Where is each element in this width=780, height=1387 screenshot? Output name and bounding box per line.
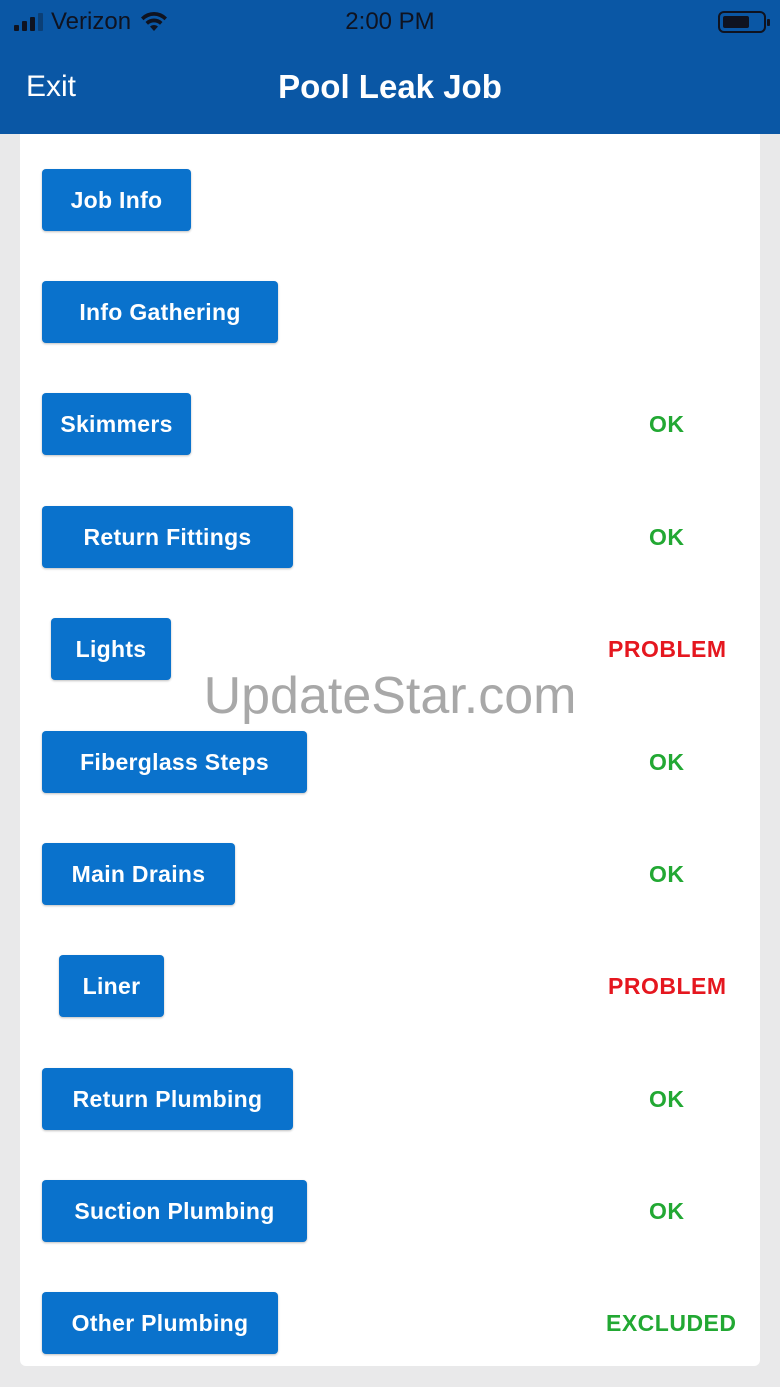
list-item: Suction Plumbing OK: [20, 1180, 760, 1242]
battery-icon: [718, 11, 770, 33]
status-badge: PROBLEM: [608, 972, 727, 999]
status-badge: OK: [649, 748, 685, 775]
status-badge: OK: [649, 523, 685, 550]
status-badge: OK: [649, 1197, 685, 1224]
list-item: Liner PROBLEM: [20, 955, 760, 1017]
list-item: Main Drains OK: [20, 843, 760, 905]
job-sections-list: Job Info Info Gathering Skimmers OK Retu…: [20, 134, 760, 1366]
list-item: Other Plumbing EXCLUDED: [20, 1292, 760, 1354]
fiberglass-steps-button[interactable]: Fiberglass Steps: [42, 731, 307, 793]
status-badge: OK: [649, 1085, 685, 1112]
status-badge: OK: [649, 410, 685, 437]
list-item: Return Plumbing OK: [20, 1068, 760, 1130]
list-item: Fiberglass Steps OK: [20, 731, 760, 793]
lights-button[interactable]: Lights: [51, 618, 171, 680]
info-gathering-button[interactable]: Info Gathering: [42, 281, 278, 343]
list-item: Info Gathering: [20, 281, 760, 343]
status-badge: PROBLEM: [608, 635, 727, 662]
status-bar: Verizon 2:00 PM: [0, 0, 780, 44]
job-info-button[interactable]: Job Info: [42, 169, 191, 231]
status-badge: EXCLUDED: [606, 1309, 737, 1336]
list-item: Return Fittings OK: [20, 506, 760, 568]
list-item: Skimmers OK: [20, 393, 760, 455]
suction-plumbing-button[interactable]: Suction Plumbing: [42, 1180, 307, 1242]
page-title: Pool Leak Job: [278, 68, 502, 105]
other-plumbing-button[interactable]: Other Plumbing: [42, 1292, 278, 1354]
clock: 2:00 PM: [345, 8, 435, 35]
return-fittings-button[interactable]: Return Fittings: [42, 506, 293, 568]
return-plumbing-button[interactable]: Return Plumbing: [42, 1068, 293, 1130]
liner-button[interactable]: Liner: [59, 955, 164, 1017]
nav-bar: Exit Pool Leak Job: [0, 44, 780, 134]
list-item: Lights PROBLEM: [20, 618, 760, 680]
status-badge: OK: [649, 860, 685, 887]
list-item: Job Info: [20, 169, 760, 231]
skimmers-button[interactable]: Skimmers: [42, 393, 191, 455]
main-drains-button[interactable]: Main Drains: [42, 843, 235, 905]
